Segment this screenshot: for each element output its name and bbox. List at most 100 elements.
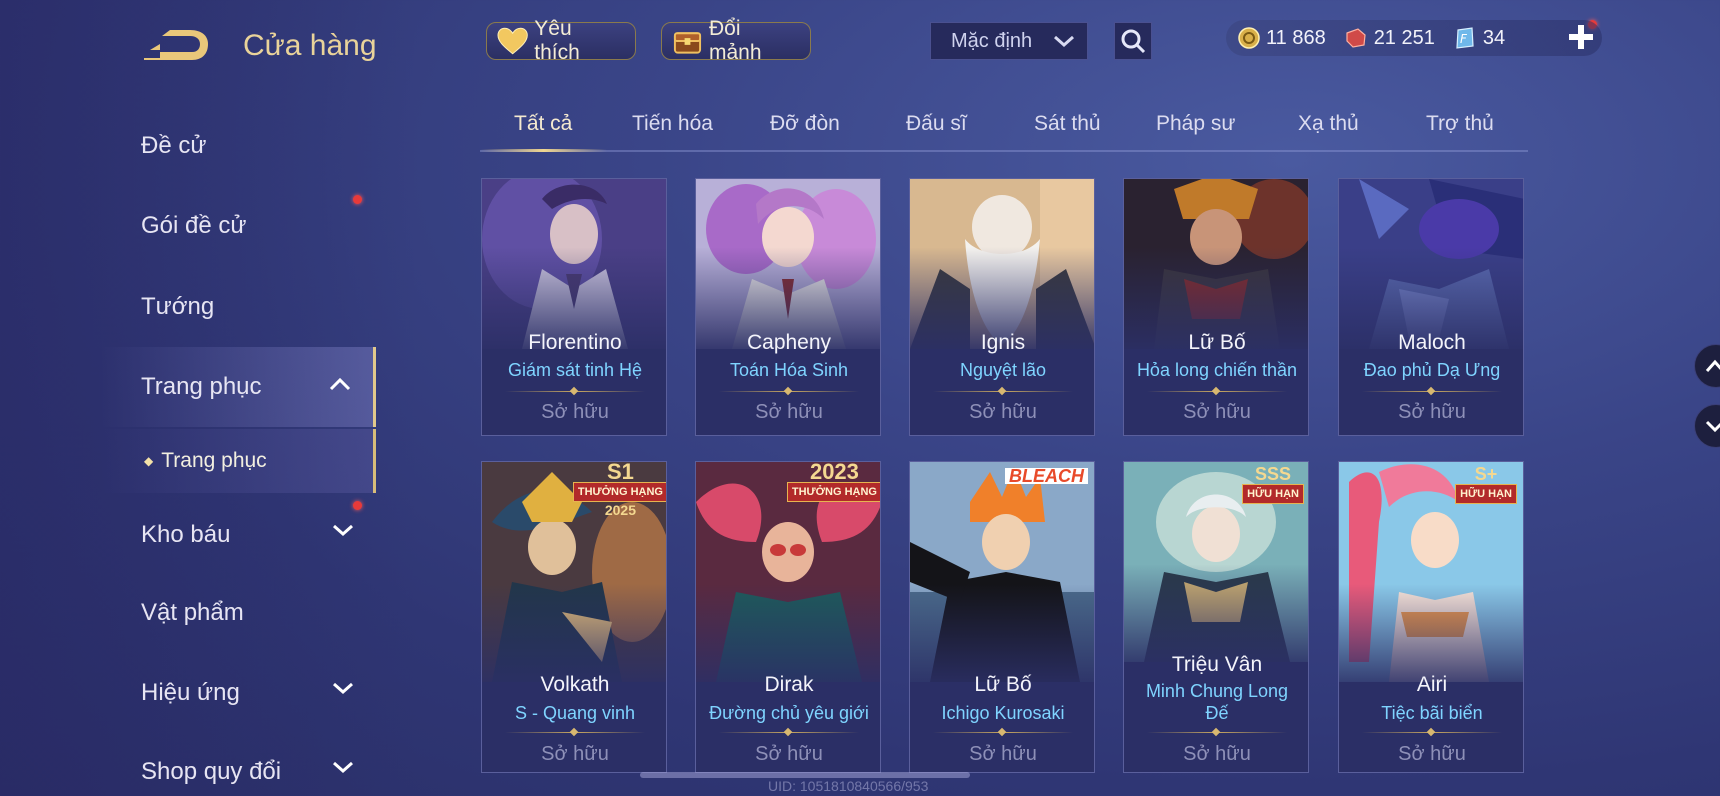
- card-divider: [1147, 732, 1287, 733]
- skin-name: Nguyệt lão: [959, 360, 1047, 380]
- tab-mage[interactable]: Pháp sư: [1156, 112, 1235, 136]
- sidebar-item-label: Shop quy đổi: [141, 758, 282, 785]
- owned-status: Sở hữu: [969, 743, 1037, 765]
- coupon-currency: 21 251: [1344, 27, 1435, 50]
- owned-status: Sở hữu: [755, 401, 823, 423]
- season-reward-badge: 2023 THƯỞNG HẠNG: [786, 461, 880, 502]
- back-arrow-icon: [144, 30, 208, 60]
- skin-card[interactable]: Capheny Toán Hóa Sinh Sở hữu: [695, 178, 881, 436]
- card-divider: [1362, 732, 1502, 733]
- add-currency-button[interactable]: [1566, 22, 1596, 52]
- owned-status: Sở hữu: [541, 743, 609, 765]
- hero-name: Volkath: [540, 673, 610, 696]
- gem-icon: F: [1456, 27, 1474, 49]
- skin-card[interactable]: Lữ Bố Hỏa long chiến thần Sở hữu: [1123, 178, 1309, 436]
- sidebar-item-label: Gói đề cử: [141, 212, 247, 239]
- tab-all[interactable]: Tất cả: [514, 112, 572, 136]
- category-tabs: Tất cả Tiến hóa Đỡ đòn Đấu sĩ Sát thủ Ph…: [480, 100, 1528, 152]
- card-divider: [1362, 391, 1502, 392]
- skin-name: Ichigo Kurosaki: [941, 703, 1065, 723]
- skin-card[interactable]: Ignis Nguyệt lão Sở hữu: [909, 178, 1095, 436]
- notification-dot: [353, 501, 362, 510]
- gem-amount: 34: [1482, 26, 1506, 49]
- badge-title: S1: [606, 461, 634, 484]
- hero-name: Lữ Bố: [1188, 331, 1246, 354]
- svg-text:F: F: [1460, 32, 1468, 46]
- card-divider: [1147, 391, 1287, 392]
- badge-title: 2023: [809, 461, 859, 484]
- sidebar-item-recommended-packs[interactable]: Gói đề cử: [100, 190, 376, 262]
- skin-card[interactable]: S+ HỮU HẠN Airi Tiệc bãi biển Sở hữu: [1338, 461, 1524, 773]
- tab-support[interactable]: Trợ thủ: [1426, 112, 1494, 136]
- sidebar-item-skins[interactable]: Trang phục: [100, 347, 376, 427]
- tab-marksman[interactable]: Xạ thủ: [1298, 112, 1359, 136]
- hero-name: Florentino: [528, 331, 622, 354]
- card-divider: [933, 391, 1073, 392]
- owned-status: Sở hữu: [969, 401, 1037, 423]
- hero-name: Lữ Bố: [974, 673, 1032, 696]
- gold-amount: 11 868: [1266, 26, 1326, 49]
- chevron-down-icon: [333, 761, 353, 774]
- sidebar-item-label: Đề cử: [141, 132, 207, 159]
- sidebar-item-label: Vật phẩm: [141, 599, 244, 626]
- scroll-down-button[interactable]: [1694, 404, 1720, 448]
- hero-name: Airi: [1416, 673, 1448, 696]
- hero-name: Capheny: [746, 331, 832, 354]
- skin-card[interactable]: Florentino Giám sát tinh Hệ Sở hữu: [481, 178, 667, 436]
- sidebar-item-items[interactable]: Vật phẩm: [100, 577, 376, 649]
- skin-name: Toán Hóa Sinh: [729, 360, 849, 380]
- chevron-down-icon: [1054, 35, 1074, 48]
- swap-fragments-button[interactable]: Đổi mảnh: [661, 17, 811, 64]
- swap-fragments-label: Đổi mảnh: [708, 17, 762, 64]
- coupon-icon: [1346, 28, 1366, 48]
- skin-card[interactable]: S1 THƯỞNG HẠNG 2025 Volkath S - Quang vi…: [481, 461, 667, 773]
- card-divider: [505, 391, 645, 392]
- sidebar-item-label: Trang phục: [141, 373, 262, 400]
- sort-dropdown[interactable]: Mặc định: [930, 22, 1088, 60]
- sort-value: Mặc định: [951, 29, 1033, 52]
- skin-name: Giám sát tinh Hệ: [507, 360, 643, 380]
- sidebar-subitem-skins[interactable]: ◆ Trang phục: [100, 429, 376, 493]
- owned-status: Sở hữu: [1183, 401, 1251, 423]
- sidebar-item-treasure[interactable]: Kho báu: [100, 499, 376, 571]
- scroll-up-button[interactable]: [1694, 344, 1720, 388]
- sidebar-item-exchange-shop[interactable]: Shop quy đổi: [100, 736, 376, 796]
- owned-status: Sở hữu: [541, 401, 609, 423]
- tab-evolution[interactable]: Tiến hóa: [632, 112, 713, 136]
- sidebar-item-recommended[interactable]: Đề cử: [100, 110, 376, 182]
- tab-assassin[interactable]: Sát thủ: [1034, 112, 1101, 136]
- badge-ribbon: HỮU HẠN: [1242, 484, 1304, 504]
- sidebar-item-label: Tướng: [141, 293, 215, 320]
- chevron-up-icon: [329, 377, 351, 391]
- search-button[interactable]: [1114, 22, 1152, 60]
- skin-card[interactable]: SSS HỮU HẠN Triệu Vân Minh Chung Long Đế…: [1123, 461, 1309, 773]
- badge-ribbon: THƯỞNG HẠNG: [786, 482, 880, 502]
- owned-status: Sở hữu: [1398, 743, 1466, 765]
- sidebar-item-effects[interactable]: Hiệu ứng: [100, 657, 376, 729]
- skin-card[interactable]: 2023 THƯỞNG HẠNG Dirak Đường chủ yêu giớ…: [695, 461, 881, 773]
- chevron-down-icon: [1705, 420, 1720, 433]
- hero-name: Ignis: [980, 331, 1026, 354]
- badge-title: BLEACH: [1005, 467, 1088, 485]
- skin-card[interactable]: Maloch Đao phủ Dạ Ưng Sở hữu: [1338, 178, 1524, 436]
- sidebar-item-label: Kho báu: [141, 521, 231, 548]
- card-divider: [719, 732, 859, 733]
- back-button[interactable]: [140, 24, 212, 68]
- owned-status: Sở hữu: [755, 743, 823, 765]
- chevron-down-icon: [333, 524, 353, 537]
- tab-tank[interactable]: Đỡ đòn: [770, 112, 840, 136]
- hero-name: Dirak: [764, 673, 814, 696]
- chest-icon: [673, 32, 702, 54]
- tab-fighter[interactable]: Đấu sĩ: [906, 112, 967, 136]
- skin-name: Đường chủ yêu giới: [709, 703, 869, 723]
- favorites-button[interactable]: Yêu thích: [486, 17, 636, 64]
- sidebar-item-label: Hiệu ứng: [141, 679, 240, 706]
- skin-card[interactable]: BLEACH Lữ Bố Ichigo Kurosaki Sở hữu: [909, 461, 1095, 773]
- sidebar-item-heroes[interactable]: Tướng: [100, 271, 376, 343]
- badge-ribbon: THƯỞNG HẠNG: [572, 482, 666, 502]
- season-reward-badge: S1 THƯỞNG HẠNG 2025: [572, 461, 666, 518]
- card-divider: [719, 391, 859, 392]
- hero-name: Maloch: [1398, 331, 1466, 354]
- chevron-down-icon: [333, 682, 353, 695]
- hero-name: Triệu Vân: [1171, 653, 1263, 676]
